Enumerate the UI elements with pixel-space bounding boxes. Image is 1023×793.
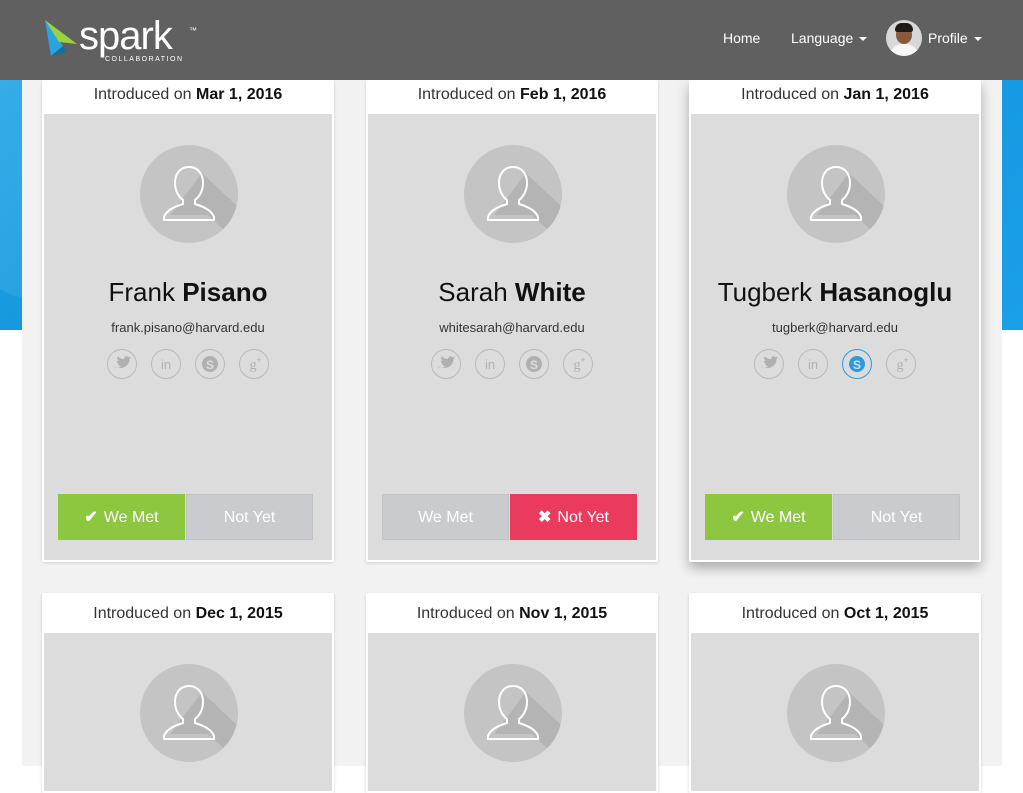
- card-header: Introduced on Dec 1, 2015: [42, 593, 334, 633]
- intro-card: Introduced on Oct 1, 2015: [689, 593, 981, 793]
- nav-home-link[interactable]: Home: [723, 29, 760, 47]
- card-header: Introduced on Oct 1, 2015: [689, 593, 981, 633]
- first-name: Tugberk: [717, 277, 813, 307]
- svg-text:+: +: [903, 355, 908, 365]
- intro-prefix: Introduced on: [93, 86, 192, 103]
- person-name: Frank Pisano: [44, 277, 332, 308]
- last-name: White: [514, 277, 586, 307]
- spark-logo[interactable]: spark ™ COLLABORATION: [43, 14, 203, 66]
- card-header: Introduced on Jan 1, 2016: [689, 80, 981, 114]
- card-body: [368, 633, 656, 791]
- user-placeholder-icon: [787, 664, 885, 762]
- we-met-button[interactable]: ✔ We Met: [58, 494, 185, 540]
- svg-text:+: +: [580, 355, 585, 365]
- spark-bird-icon: [45, 20, 77, 56]
- chevron-down-icon: [973, 37, 982, 42]
- skype-icon[interactable]: S: [842, 349, 872, 379]
- logo-trademark: ™: [189, 26, 197, 35]
- intro-prefix: Introduced on: [416, 605, 515, 622]
- card-body: [44, 633, 332, 791]
- person-name: Tugberk Hasanoglu: [691, 277, 979, 308]
- person-name: Sarah White: [368, 277, 656, 308]
- intro-date: Nov 1, 2015: [519, 605, 608, 622]
- x-icon: ✖: [537, 509, 552, 526]
- google-plus-icon[interactable]: g +: [239, 349, 269, 379]
- intro-card: Introduced on Mar 1, 2016 Frank Pisano f…: [42, 80, 334, 562]
- twitter-icon[interactable]: [754, 349, 784, 379]
- logo-subtitle: COLLABORATION: [105, 56, 184, 63]
- svg-text:in: in: [808, 357, 818, 372]
- social-links: in Sg +: [44, 349, 332, 381]
- card-header: Introduced on Feb 1, 2016: [366, 80, 658, 114]
- intro-date: Dec 1, 2015: [195, 605, 283, 622]
- last-name: Pisano: [182, 277, 268, 307]
- user-placeholder-icon: [464, 664, 562, 762]
- social-links: in Sg +: [691, 349, 979, 381]
- linkedin-icon[interactable]: in: [798, 349, 828, 379]
- nav-language-dropdown[interactable]: Language: [791, 29, 868, 47]
- logo-text: spark: [79, 14, 173, 58]
- svg-text:in: in: [161, 357, 171, 372]
- svg-text:S: S: [530, 358, 538, 372]
- svg-text:in: in: [485, 357, 495, 372]
- twitter-icon[interactable]: [107, 349, 137, 379]
- person-email: tugberk@harvard.edu: [772, 320, 898, 335]
- intro-prefix: Introduced on: [417, 86, 516, 103]
- intro-date: Feb 1, 2016: [520, 86, 607, 103]
- we-met-button[interactable]: ✔ We Met: [705, 494, 832, 540]
- not-yet-button[interactable]: Not Yet: [186, 494, 313, 540]
- not-yet-button[interactable]: Not Yet: [833, 494, 960, 540]
- first-name: Sarah: [438, 277, 508, 307]
- intro-card: Introduced on Feb 1, 2016 Sarah White wh…: [366, 80, 658, 562]
- card-body: Tugberk Hasanoglu tugberk@harvard.edu in…: [691, 114, 979, 560]
- person-email: frank.pisano@harvard.edu: [111, 320, 265, 335]
- user-placeholder-icon: [140, 145, 238, 243]
- intro-date: Oct 1, 2015: [843, 605, 929, 622]
- profile-avatar[interactable]: [886, 20, 922, 56]
- intro-prefix: Introduced on: [741, 86, 839, 103]
- nav-profile-label: Profile: [928, 30, 968, 46]
- svg-text:+: +: [256, 355, 261, 365]
- social-links: in Sg +: [368, 349, 656, 381]
- not-yet-button[interactable]: ✖ Not Yet: [510, 494, 637, 540]
- card-header: Introduced on Nov 1, 2015: [366, 593, 658, 633]
- nav-language-label: Language: [791, 30, 854, 46]
- top-navbar: spark ™ COLLABORATION Home Language Prof…: [0, 0, 1023, 80]
- intro-card: Introduced on Dec 1, 2015: [42, 593, 334, 793]
- meeting-status-toggle: ✔ We Met Not Yet: [705, 494, 961, 540]
- intro-card: Introduced on Nov 1, 2015: [366, 593, 658, 793]
- card-body: [691, 633, 979, 791]
- intro-prefix: Introduced on: [93, 605, 192, 622]
- last-name: Hasanoglu: [819, 277, 953, 307]
- we-met-button[interactable]: We Met: [382, 494, 509, 540]
- user-placeholder-icon: [787, 145, 885, 243]
- chevron-down-icon: [859, 37, 868, 42]
- intro-prefix: Introduced on: [741, 605, 840, 622]
- svg-text:S: S: [853, 358, 861, 372]
- intro-card: Introduced on Jan 1, 2016 Tugberk Hasano…: [689, 80, 981, 562]
- meeting-status-toggle: ✔ We Met Not Yet: [58, 494, 314, 540]
- user-placeholder-icon: [464, 145, 562, 243]
- card-body: Frank Pisano frank.pisano@harvard.edu in…: [44, 114, 332, 560]
- linkedin-icon[interactable]: in: [475, 349, 505, 379]
- google-plus-icon[interactable]: g +: [886, 349, 916, 379]
- google-plus-icon[interactable]: g +: [563, 349, 593, 379]
- svg-text:S: S: [206, 358, 214, 372]
- skype-icon[interactable]: S: [195, 349, 225, 379]
- card-header: Introduced on Mar 1, 2016: [42, 80, 334, 114]
- skype-icon[interactable]: S: [519, 349, 549, 379]
- nav-profile-dropdown[interactable]: Profile: [928, 29, 982, 47]
- check-icon: ✔: [731, 509, 745, 526]
- check-icon: ✔: [84, 509, 98, 526]
- user-placeholder-icon: [140, 664, 238, 762]
- intro-date: Mar 1, 2016: [196, 86, 283, 103]
- meeting-status-toggle: We Met ✖ Not Yet: [382, 494, 638, 540]
- person-email: whitesarah@harvard.edu: [439, 320, 585, 335]
- first-name: Frank: [108, 277, 175, 307]
- linkedin-icon[interactable]: in: [151, 349, 181, 379]
- intro-date: Jan 1, 2016: [843, 86, 929, 103]
- card-body: Sarah White whitesarah@harvard.edu in Sg +…: [368, 114, 656, 560]
- twitter-icon[interactable]: [431, 349, 461, 379]
